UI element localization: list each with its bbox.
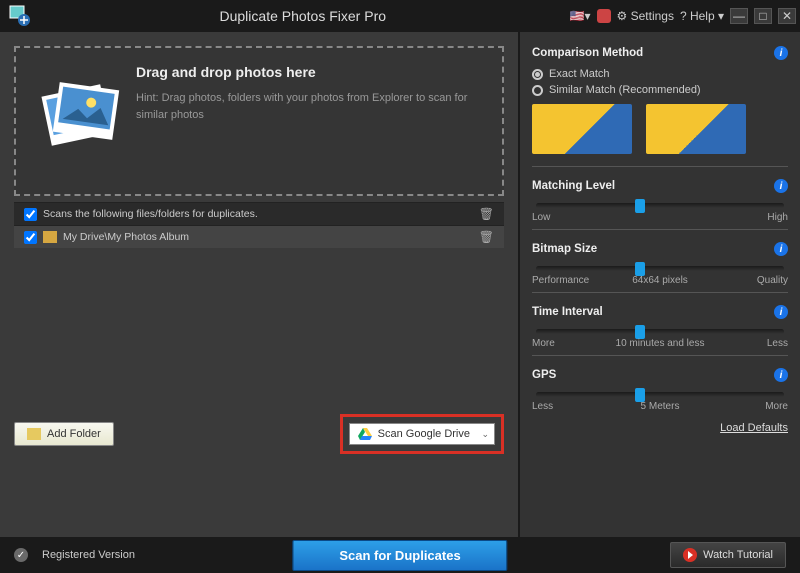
load-defaults-link[interactable]: Load Defaults	[532, 422, 788, 434]
info-icon[interactable]: i	[774, 179, 788, 193]
scan-for-duplicates-button[interactable]: Scan for Duplicates	[292, 540, 507, 571]
bitmap-size-slider[interactable]: Performance64x64 pixelsQuality	[532, 266, 788, 286]
dropzone[interactable]: Drag and drop photos here Hint: Drag pho…	[14, 46, 504, 196]
notification-icon[interactable]	[597, 9, 611, 23]
app-title: Duplicate Photos Fixer Pro	[36, 8, 570, 24]
maximize-button[interactable]: □	[754, 8, 772, 24]
gps-slider[interactable]: Less5 MetersMore	[532, 392, 788, 412]
scan-google-drive-dropdown[interactable]: Scan Google Drive ⌄	[349, 423, 495, 445]
photos-stack-icon	[28, 68, 128, 168]
comparison-method-heading: Comparison Method i	[532, 46, 788, 60]
thumbnail	[532, 104, 632, 154]
chevron-down-icon: ⌄	[481, 429, 489, 440]
add-folder-button[interactable]: Add Folder	[14, 422, 114, 446]
info-icon[interactable]: i	[774, 242, 788, 256]
select-all-checkbox[interactable]	[24, 208, 37, 221]
bitmap-size-heading: Bitmap Size i	[532, 242, 788, 256]
highlight-box: Scan Google Drive ⌄	[340, 414, 504, 454]
preview-thumbnails	[532, 104, 788, 154]
titlebar: Duplicate Photos Fixer Pro 🇺🇸▾ ⚙ Setting…	[0, 0, 800, 32]
info-icon[interactable]: i	[774, 46, 788, 60]
folder-icon	[43, 231, 57, 243]
help-link[interactable]: ? Help ▾	[680, 9, 724, 23]
item-checkbox[interactable]	[24, 231, 37, 244]
info-icon[interactable]: i	[774, 368, 788, 382]
delete-item-icon[interactable]: 🗑	[479, 230, 494, 244]
dropzone-heading: Drag and drop photos here	[136, 64, 486, 80]
item-label: My Drive\My Photos Album	[63, 231, 189, 243]
filelist-header-label: Scans the following files/folders for du…	[43, 208, 258, 220]
radio-icon	[532, 69, 543, 80]
left-bottom-bar: Add Folder Scan Google Drive ⌄	[0, 406, 518, 464]
matching-level-slider[interactable]: LowHigh	[532, 203, 788, 223]
thumbnail	[646, 104, 746, 154]
gps-heading: GPS i	[532, 368, 788, 382]
close-button[interactable]: ✕	[778, 8, 796, 24]
time-interval-heading: Time Interval i	[532, 305, 788, 319]
file-list: My Drive\My Photos Album 🗑	[14, 226, 504, 406]
minimize-button[interactable]: —	[730, 8, 748, 24]
folder-icon	[27, 428, 41, 440]
check-icon: ✓	[14, 548, 28, 562]
filelist-header: Scans the following files/folders for du…	[14, 202, 504, 226]
list-item[interactable]: My Drive\My Photos Album 🗑	[14, 226, 504, 248]
registered-label: Registered Version	[42, 549, 135, 561]
dropzone-hint: Hint: Drag photos, folders with your pho…	[136, 90, 486, 123]
right-panel: Comparison Method i Exact Match Similar …	[520, 32, 800, 537]
play-icon	[683, 548, 697, 562]
exact-match-radio[interactable]: Exact Match	[532, 68, 788, 80]
radio-icon	[532, 85, 543, 96]
left-panel: Drag and drop photos here Hint: Drag pho…	[0, 32, 520, 537]
flag-icon[interactable]: 🇺🇸▾	[570, 9, 591, 23]
info-icon[interactable]: i	[774, 305, 788, 319]
matching-level-heading: Matching Level i	[532, 179, 788, 193]
watch-tutorial-button[interactable]: Watch Tutorial	[670, 542, 786, 568]
body-area: Drag and drop photos here Hint: Drag pho…	[0, 32, 800, 537]
delete-all-icon[interactable]: 🗑	[479, 207, 494, 221]
settings-link[interactable]: ⚙ Settings	[617, 9, 674, 23]
time-interval-slider[interactable]: More10 minutes and lessLess	[532, 329, 788, 349]
google-drive-icon	[358, 428, 372, 440]
footer: ✓ Registered Version Scan for Duplicates…	[0, 537, 800, 573]
similar-match-radio[interactable]: Similar Match (Recommended)	[532, 84, 788, 96]
app-window: Duplicate Photos Fixer Pro 🇺🇸▾ ⚙ Setting…	[0, 0, 800, 573]
app-logo-icon	[8, 4, 32, 28]
